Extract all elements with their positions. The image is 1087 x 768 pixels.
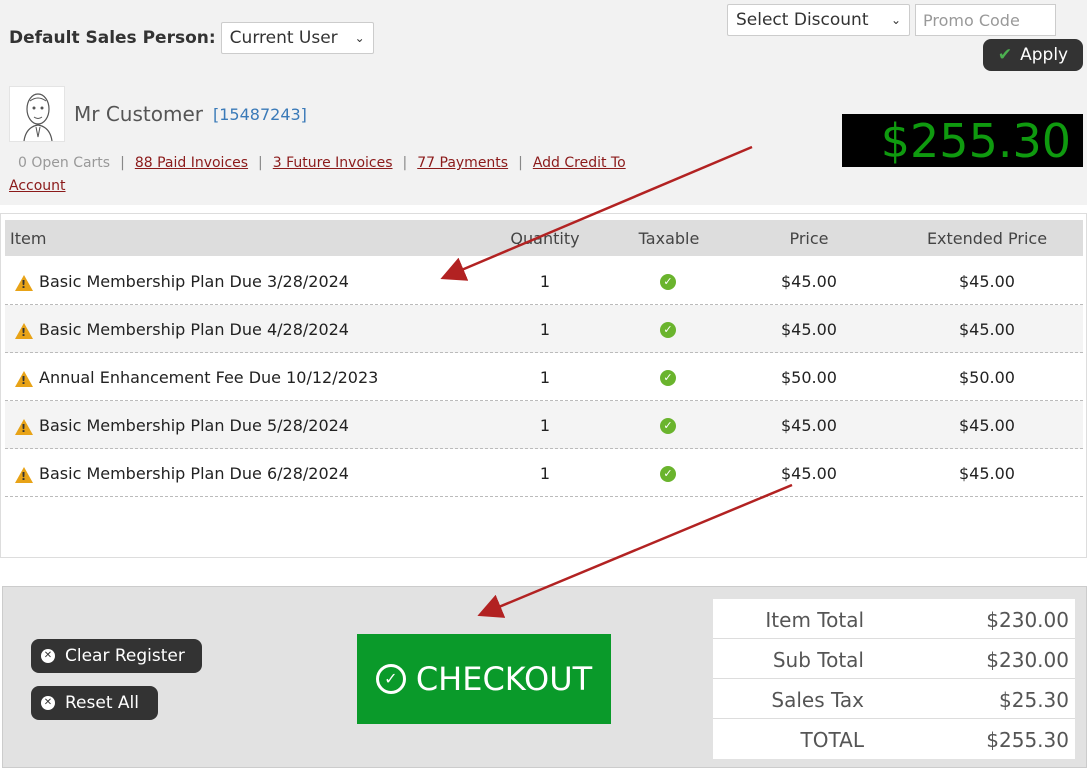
table-row[interactable]: Basic Membership Plan Due 4/28/2024 1 ✓ …: [5, 305, 1083, 353]
future-invoices-link[interactable]: 3 Future Invoices: [273, 155, 393, 171]
checkout-panel: ✕ Clear Register ✕ Reset All ✓ CHECKOUT …: [2, 586, 1087, 768]
customer-id-link[interactable]: [15487243]: [213, 105, 307, 124]
cart-table: Item Quantity Taxable Price Extended Pri…: [0, 213, 1087, 558]
grand-total-display: $255.30: [842, 114, 1083, 168]
item-extended-price: $45.00: [959, 272, 1015, 291]
item-quantity: 1: [539, 368, 551, 387]
totals-row: Item Total $230.00: [713, 599, 1075, 639]
reset-all-label: Reset All: [65, 693, 139, 713]
col-taxable: Taxable: [638, 229, 700, 248]
warning-icon: [15, 275, 33, 291]
col-item: Item: [10, 229, 47, 248]
top-bar: Default Sales Person: Current User ⌄ Sel…: [0, 0, 1087, 205]
warning-icon: [15, 323, 33, 339]
totals-row: Sales Tax $25.30: [713, 679, 1075, 719]
totals-summary: Item Total $230.00 Sub Total $230.00 Sal…: [713, 599, 1075, 759]
totals-value: $25.30: [999, 688, 1069, 712]
customer-links: 0 Open Carts | 88 Paid Invoices | 3 Future I…: [9, 155, 626, 194]
table-header: Item Quantity Taxable Price Extended Pri…: [5, 220, 1083, 256]
col-extended-price: Extended Price: [926, 229, 1048, 248]
totals-value: $255.30: [986, 728, 1069, 752]
item-name: Basic Membership Plan Due 6/28/2024: [39, 464, 349, 483]
apply-label: Apply: [1020, 45, 1069, 65]
check-circle-icon: ✓: [375, 664, 406, 694]
chevron-down-icon: ⌄: [890, 13, 901, 27]
default-sales-person: Default Sales Person: Current User ⌄: [9, 22, 374, 54]
item-quantity: 1: [539, 464, 551, 483]
warning-icon: [15, 419, 33, 435]
item-quantity: 1: [539, 272, 551, 291]
item-price: $45.00: [781, 320, 837, 339]
paid-invoices-link[interactable]: 88 Paid Invoices: [135, 155, 248, 171]
sales-person-label: Default Sales Person:: [9, 28, 216, 48]
item-price: $45.00: [781, 464, 837, 483]
table-row[interactable]: Annual Enhancement Fee Due 10/12/2023 1 …: [5, 353, 1083, 401]
taxable-check-icon: ✓: [660, 274, 676, 290]
taxable-check-icon: ✓: [660, 370, 676, 386]
taxable-check-icon: ✓: [660, 466, 676, 482]
promo-code-input[interactable]: [915, 4, 1056, 36]
item-name: Annual Enhancement Fee Due 10/12/2023: [39, 368, 379, 387]
taxable-check-icon: ✓: [660, 418, 676, 434]
item-quantity: 1: [539, 320, 551, 339]
totals-label: TOTAL: [800, 728, 864, 752]
item-name: Basic Membership Plan Due 4/28/2024: [39, 320, 349, 339]
totals-value: $230.00: [986, 608, 1069, 632]
customer-avatar: [9, 86, 65, 142]
checkout-label: CHECKOUT: [415, 660, 593, 698]
sales-person-value: Current User: [229, 28, 338, 48]
item-price: $45.00: [781, 272, 837, 291]
open-carts: 0 Open Carts: [18, 155, 111, 171]
clear-register-button[interactable]: ✕ Clear Register: [31, 639, 202, 673]
totals-row: TOTAL $255.30: [713, 719, 1075, 759]
clear-register-label: Clear Register: [65, 646, 185, 666]
table-row[interactable]: Basic Membership Plan Due 6/28/2024 1 ✓ …: [5, 449, 1083, 497]
checkout-button[interactable]: ✓ CHECKOUT: [357, 634, 611, 724]
item-price: $45.00: [781, 416, 837, 435]
item-name: Basic Membership Plan Due 5/28/2024: [39, 416, 349, 435]
apply-button[interactable]: ✔ Apply: [983, 39, 1083, 71]
item-extended-price: $45.00: [959, 320, 1015, 339]
item-quantity: 1: [539, 416, 551, 435]
close-circle-icon: ✕: [41, 649, 55, 663]
discount-select[interactable]: Select Discount ⌄: [727, 4, 910, 36]
chevron-down-icon: ⌄: [354, 31, 365, 45]
totals-label: Item Total: [765, 608, 864, 632]
totals-label: Sales Tax: [771, 688, 864, 712]
sales-person-select[interactable]: Current User ⌄: [220, 22, 374, 54]
table-row[interactable]: Basic Membership Plan Due 5/28/2024 1 ✓ …: [5, 401, 1083, 449]
reset-all-button[interactable]: ✕ Reset All: [31, 686, 158, 720]
avatar-sketch-icon: [23, 93, 53, 142]
discount-select-value: Select Discount: [736, 10, 869, 30]
totals-label: Sub Total: [772, 648, 864, 672]
totals-row: Sub Total $230.00: [713, 639, 1075, 679]
item-extended-price: $45.00: [959, 416, 1015, 435]
col-quantity: Quantity: [510, 229, 580, 248]
payments-link[interactable]: 77 Payments: [417, 155, 508, 171]
col-price: Price: [789, 229, 829, 248]
check-icon: ✔: [997, 45, 1013, 65]
table-row[interactable]: Basic Membership Plan Due 3/28/2024 1 ✓ …: [5, 257, 1083, 305]
item-price: $50.00: [781, 368, 837, 387]
item-extended-price: $50.00: [959, 368, 1015, 387]
taxable-check-icon: ✓: [660, 322, 676, 338]
item-name: Basic Membership Plan Due 3/28/2024: [39, 272, 349, 291]
close-circle-icon: ✕: [41, 696, 55, 710]
warning-icon: [15, 467, 33, 483]
warning-icon: [15, 371, 33, 387]
customer-name: Mr Customer: [74, 102, 203, 126]
totals-value: $230.00: [986, 648, 1069, 672]
item-extended-price: $45.00: [959, 464, 1015, 483]
